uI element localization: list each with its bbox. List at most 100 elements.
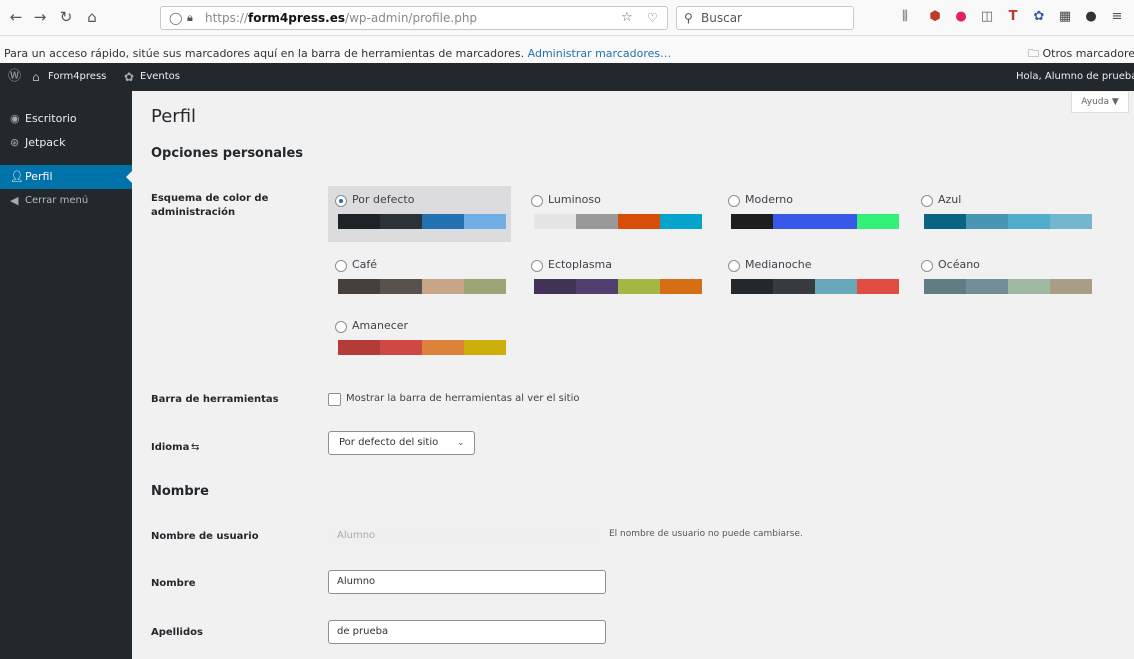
- color-scheme-name: Luminoso: [548, 193, 601, 206]
- extension-red-icon[interactable]: ●: [952, 8, 970, 26]
- color-swatch: [464, 279, 506, 294]
- search-icon: ⚲: [684, 11, 693, 25]
- color-swatch: [576, 214, 618, 229]
- color-scheme-option[interactable]: Ectoplasma: [524, 251, 707, 307]
- sidebar-item-escritorio[interactable]: ◉ Escritorio: [0, 107, 132, 131]
- color-scheme-option[interactable]: Por defecto: [328, 186, 511, 242]
- color-swatch: [422, 340, 464, 355]
- color-swatch: [815, 279, 857, 294]
- color-swatch: [464, 214, 506, 229]
- color-swatch: [380, 279, 422, 294]
- translation-icon: ⇆: [191, 442, 200, 453]
- lock-icon[interactable]: 🔒︎: [187, 7, 193, 29]
- color-swatch: [464, 340, 506, 355]
- forward-icon[interactable]: →: [30, 7, 50, 27]
- home-site-icon[interactable]: ⌂: [32, 63, 40, 91]
- language-select[interactable]: Por defecto del sitio ⌄: [328, 431, 475, 455]
- color-scheme-option[interactable]: Azul: [914, 186, 1097, 242]
- color-swatch: [338, 279, 380, 294]
- color-swatch: [1008, 214, 1050, 229]
- show-toolbar-checkbox[interactable]: [328, 393, 341, 406]
- help-tab[interactable]: Ayuda ▼: [1071, 92, 1129, 113]
- personal-options-title: Opciones personales: [151, 146, 304, 161]
- color-swatch: [338, 340, 380, 355]
- color-scheme-radio[interactable]: [335, 260, 347, 272]
- last-name-field[interactable]: de prueba: [328, 620, 606, 644]
- events-icon[interactable]: ✿: [124, 63, 134, 91]
- color-swatch: [924, 279, 966, 294]
- color-scheme-swatches: [534, 279, 702, 294]
- color-scheme-radio[interactable]: [335, 321, 347, 333]
- url-bar[interactable]: ◯ 🔒︎ https://form4press.es/wp-admin/prof…: [160, 6, 668, 30]
- color-scheme-name: Ectoplasma: [548, 258, 613, 271]
- color-scheme-radio[interactable]: [728, 195, 740, 207]
- color-scheme-radio[interactable]: [921, 195, 933, 207]
- color-swatch: [576, 279, 618, 294]
- site-name[interactable]: Form4press: [48, 63, 106, 91]
- color-scheme-name: Café: [352, 258, 378, 271]
- wordpress-logo-icon[interactable]: Ⓦ: [8, 63, 21, 91]
- color-scheme-swatches: [338, 340, 506, 355]
- account-icon[interactable]: ●: [1082, 8, 1100, 26]
- extension-blue-icon[interactable]: ✿: [1030, 8, 1048, 26]
- grid-extension-icon[interactable]: ▦: [1056, 8, 1074, 26]
- color-scheme-radio[interactable]: [531, 260, 543, 272]
- color-scheme-label: Esquema de color de administración: [151, 193, 269, 218]
- color-scheme-option[interactable]: Medianoche: [721, 251, 904, 307]
- color-swatch: [1050, 214, 1092, 229]
- search-input[interactable]: ⚲ Buscar: [676, 6, 854, 30]
- color-scheme-swatches: [731, 214, 899, 229]
- color-scheme-option[interactable]: Amanecer: [328, 312, 511, 368]
- color-scheme-option[interactable]: Moderno: [721, 186, 904, 242]
- color-scheme-option[interactable]: Café: [328, 251, 511, 307]
- name-section-title: Nombre: [151, 484, 209, 499]
- ublock-icon[interactable]: ⬢: [926, 8, 944, 26]
- color-scheme-radio[interactable]: [921, 260, 933, 272]
- color-swatch: [773, 279, 815, 294]
- color-scheme-name: Por defecto: [352, 193, 415, 206]
- username-description: El nombre de usuario no puede cambiarse.: [609, 529, 803, 539]
- sidebar-item-jetpack[interactable]: ⊛ Jetpack: [0, 131, 132, 155]
- toolbar-label: Barra de herramientas: [151, 394, 279, 405]
- color-scheme-option[interactable]: Luminoso: [524, 186, 707, 242]
- first-name-field[interactable]: Alumno: [328, 570, 606, 594]
- back-icon[interactable]: ←: [6, 7, 26, 27]
- color-scheme-name: Amanecer: [352, 319, 409, 332]
- reload-icon[interactable]: ↻: [56, 7, 76, 27]
- pocket-icon[interactable]: ♡: [647, 7, 658, 29]
- color-scheme-radio[interactable]: [531, 195, 543, 207]
- sidebar-item-perfil[interactable]: 👤︎ Perfil: [0, 165, 132, 189]
- show-toolbar-checkbox-label[interactable]: Mostrar la barra de herramientas al ver …: [346, 393, 579, 404]
- library-icon[interactable]: ⫼: [896, 8, 914, 26]
- bookmarks-hint: Para un acceso rápido, sitúe sus marcado…: [4, 47, 525, 60]
- color-swatch: [924, 214, 966, 229]
- color-scheme-swatches: [924, 214, 1092, 229]
- color-swatch: [534, 279, 576, 294]
- color-swatch: [618, 214, 660, 229]
- bookmark-star-icon[interactable]: ☆: [621, 7, 633, 29]
- color-swatch: [660, 214, 702, 229]
- events-link[interactable]: Eventos: [140, 63, 180, 91]
- tracking-shield-icon[interactable]: ◯: [169, 7, 182, 29]
- color-scheme-name: Medianoche: [745, 258, 812, 271]
- other-bookmarks[interactable]: 🗀 Otros marcadores: [1028, 45, 1134, 63]
- toolbar-gap: [0, 36, 1134, 45]
- color-scheme-swatches: [731, 279, 899, 294]
- home-icon[interactable]: ⌂: [82, 7, 102, 27]
- sidebar-toggle-icon[interactable]: ◫: [978, 8, 996, 26]
- color-scheme-option[interactable]: Océano: [914, 251, 1097, 307]
- user-greeting[interactable]: Hola, Alumno de prueba: [1016, 63, 1134, 91]
- color-scheme-radio[interactable]: [728, 260, 740, 272]
- text-extension-icon[interactable]: T: [1004, 8, 1022, 26]
- color-scheme-radio[interactable]: [335, 195, 347, 207]
- manage-bookmarks-link[interactable]: Administrar marcadores…: [528, 47, 671, 60]
- color-scheme-swatches: [338, 214, 506, 229]
- menu-icon[interactable]: ≡: [1108, 8, 1126, 26]
- page-title: Perfil: [151, 106, 197, 127]
- color-swatch: [1008, 279, 1050, 294]
- url-text[interactable]: https://form4press.es/wp-admin/profile.p…: [205, 7, 477, 29]
- chevron-down-icon: ⌄: [457, 438, 465, 448]
- sidebar-collapse-menu[interactable]: ◀ Cerrar menú: [0, 189, 132, 213]
- bookmarks-bar: Para un acceso rápido, sitúe sus marcado…: [0, 45, 1134, 63]
- admin-sidebar: ◉ Escritorio ⊛ Jetpack 👤︎ Perfil ◀ Cerra…: [0, 91, 132, 659]
